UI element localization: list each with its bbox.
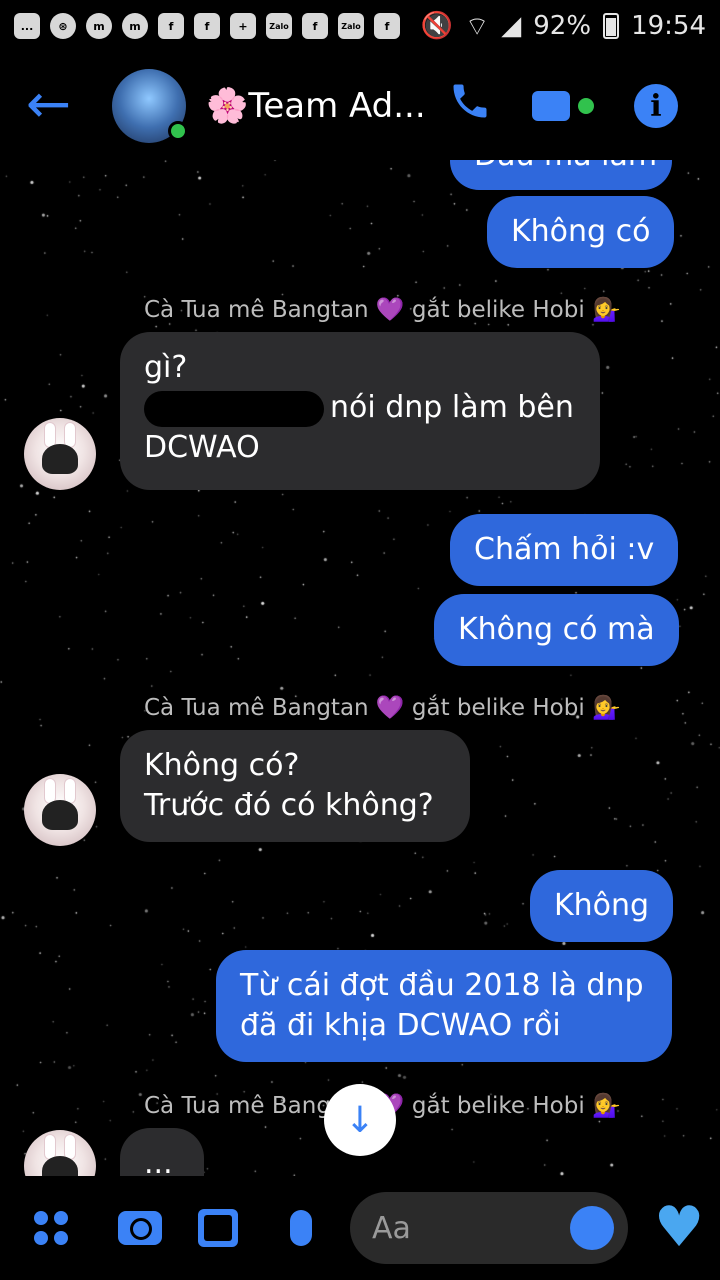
sender-name: Cà Tua mê Bangtan 💜 gắt belike Hobi 💁‍♀️	[144, 297, 621, 323]
online-indicator	[168, 121, 188, 141]
phone-call-icon[interactable]	[448, 79, 492, 133]
video-call-icon[interactable]	[532, 91, 594, 121]
battery-icon	[603, 13, 620, 39]
emoji-icon[interactable]	[570, 1206, 614, 1250]
conversation-title[interactable]: 🌸Team Ad...	[206, 86, 426, 126]
video-active-indicator	[578, 98, 594, 114]
info-icon[interactable]: i	[634, 84, 678, 128]
message-composer: Aa ♥	[0, 1176, 720, 1280]
facebook-icon: f	[374, 13, 400, 39]
incoming-message[interactable]: Không có? Trước đó có không?	[120, 730, 470, 842]
microphone-icon[interactable]	[290, 1210, 312, 1246]
redacted-name	[144, 390, 324, 427]
message-line: Trước đó có không?	[144, 788, 434, 823]
zalo-icon: Zalo	[338, 13, 364, 39]
heart-reaction-icon[interactable]: ♥	[654, 1198, 704, 1258]
message-input-placeholder: Aa	[372, 1210, 411, 1246]
incoming-message[interactable]: gì? nói dnp làm bên DCWAO	[120, 332, 600, 490]
message-line: Từ cái đợt đầu 2018 là dnp	[240, 968, 644, 1003]
camera-icon[interactable]	[118, 1211, 162, 1245]
wifi-icon: ⌔	[464, 11, 490, 42]
group-avatar[interactable]	[112, 69, 188, 143]
message-line: gì?	[144, 350, 188, 385]
message-line: DCWAO	[144, 430, 260, 465]
message-line: Không có?	[144, 748, 300, 783]
back-arrow-icon[interactable]: ←	[26, 76, 86, 136]
battery-percent: 92%	[533, 11, 592, 41]
sender-avatar[interactable]	[24, 774, 96, 846]
sender-avatar[interactable]	[24, 1130, 96, 1176]
arrow-down-icon: ↓	[344, 1099, 376, 1141]
more-actions-icon[interactable]	[34, 1211, 68, 1245]
outgoing-message[interactable]: Không có	[487, 196, 675, 268]
facebook-icon: f	[302, 13, 328, 39]
gallery-icon[interactable]	[198, 1209, 238, 1247]
message-list[interactable]: Dầu mà làm Không có Cà Tua mê Bangtan 💜 …	[0, 160, 720, 1176]
message-line: nói dnp làm bên	[144, 388, 576, 428]
status-bar: ... ⊛ m m f f + Zalo f Zalo f 🔇 ⌔ ◢ 92% …	[0, 0, 720, 52]
zalo-icon: Zalo	[266, 13, 292, 39]
messenger-icon: m	[86, 13, 112, 39]
outgoing-message[interactable]: Từ cái đợt đầu 2018 là dnp đã đi khịa DC…	[216, 950, 672, 1062]
add-contact-icon: +	[230, 13, 256, 39]
facebook-icon: f	[158, 13, 184, 39]
clock: 19:54	[631, 11, 706, 41]
notification-icons: ... ⊛ m m f f + Zalo f Zalo f	[14, 13, 400, 39]
facebook-icon: f	[194, 13, 220, 39]
signal-icon: ◢	[501, 11, 522, 41]
sender-avatar[interactable]	[24, 418, 96, 490]
message-line: đã đi khịa DCWAO rồi	[240, 1008, 561, 1043]
messenger-icon: m	[122, 13, 148, 39]
chat-header: ← 🌸Team Ad... i	[0, 52, 720, 160]
outgoing-message[interactable]: Không có mà	[434, 594, 679, 666]
chrome-icon: ⊛	[50, 13, 76, 39]
outgoing-message[interactable]: Chấm hỏi :v	[450, 514, 679, 586]
scroll-to-bottom-button[interactable]: ↓	[324, 1084, 396, 1156]
system-status: 🔇 ⌔ ◢ 92% 19:54	[420, 10, 706, 43]
messages-icon: ...	[14, 13, 40, 39]
typing-indicator: ...	[120, 1128, 204, 1176]
mute-icon: 🔇	[420, 11, 453, 41]
sender-name: Cà Tua mê Bangtan 💜 gắt belike Hobi 💁‍♀️	[144, 695, 621, 721]
outgoing-message[interactable]: Dầu mà làm	[450, 160, 672, 190]
outgoing-message[interactable]: Không	[530, 870, 674, 942]
message-input[interactable]: Aa	[350, 1192, 628, 1264]
